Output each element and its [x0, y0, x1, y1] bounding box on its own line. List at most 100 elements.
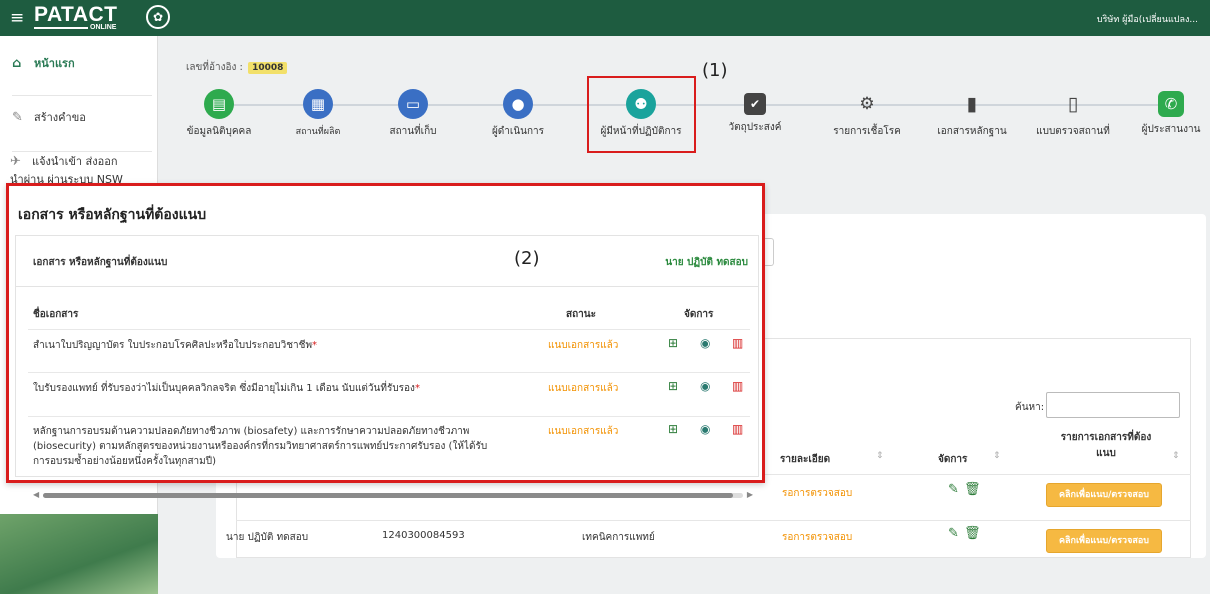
- reference-label: เลขที่อ้างอิง :: [186, 62, 243, 73]
- step-label: ผู้ดำเนินการ: [491, 126, 545, 137]
- reference-badge: 10008: [248, 62, 288, 74]
- sort-icon[interactable]: ⇕: [1172, 451, 1180, 461]
- phone-icon: ✆: [1158, 91, 1184, 117]
- column-header-document: ชื่อเอกสาร: [33, 309, 79, 320]
- scroll-left-icon[interactable]: ◀: [33, 490, 39, 499]
- step-objective[interactable]: ✔ วัตถุประสงค์: [700, 89, 810, 135]
- attach-documents-button[interactable]: คลิกเพื่อแนบ/ตรวจสอบ: [1046, 483, 1162, 507]
- background-input-edge: [764, 238, 774, 266]
- person-name: นาย ปฏิบัติ ทดสอบ: [665, 257, 748, 268]
- user-menu[interactable]: บริษัท ผู้มือ(เปลี่ยนแปลง...: [1097, 12, 1198, 26]
- step-pathogen-list[interactable]: ⚙ รายการเชื้อโรค: [812, 89, 922, 139]
- delete-icon[interactable]: 🗑: [964, 526, 981, 541]
- status-badge: รอการตรวจสอบ: [782, 532, 853, 543]
- pencil-icon: ✎: [12, 110, 23, 125]
- logo-subtext: ONLINE: [90, 24, 117, 31]
- step-label: สถานที่เก็บ: [389, 126, 437, 137]
- delete-icon[interactable]: 🗑: [964, 482, 981, 497]
- highlight-box-1: [587, 76, 696, 153]
- step-coordinator[interactable]: ✆ ผู้ประสานงาน: [1116, 89, 1210, 137]
- step-storage-site[interactable]: ▭ สถานที่เก็บ: [358, 89, 468, 139]
- edit-icon[interactable]: ✎: [948, 482, 959, 497]
- plane-icon: ✈: [10, 154, 21, 169]
- sidebar-item-create-request[interactable]: ✎ สร้างคำขอ: [12, 108, 152, 152]
- document-row-3: หลักฐานการอบรมด้านความปลอดภัยทางชีวภาพ (…: [33, 424, 503, 469]
- step-evidence-documents[interactable]: ▮ เอกสารหลักฐาน: [917, 89, 1027, 139]
- upload-file-icon[interactable]: ⊞: [668, 336, 678, 350]
- header-text: รายละเอียด: [780, 454, 831, 465]
- step-label: วัตถุประสงค์: [728, 122, 782, 133]
- view-icon[interactable]: ◉: [700, 379, 710, 393]
- upload-file-icon[interactable]: ⊞: [668, 422, 678, 436]
- personnel-role: เทคนิคการแพทย์: [582, 532, 655, 543]
- document-status: แนบเอกสารแล้ว: [548, 383, 619, 394]
- delete-icon[interactable]: ▥: [732, 422, 743, 436]
- reference-number: เลขที่อ้างอิง : 10008: [186, 60, 288, 75]
- card-subtitle: เอกสาร หรือหลักฐานที่ต้องแนบ: [33, 257, 168, 268]
- card-divider: [16, 286, 758, 287]
- sort-icon[interactable]: ⇕: [993, 451, 1001, 461]
- header-text: รายการเอกสารที่ต้อง: [1060, 432, 1152, 443]
- sidebar-item-home[interactable]: ⌂ หน้าแรก: [12, 54, 152, 96]
- column-header-manage: จัดการ: [684, 309, 714, 320]
- clipboard-icon: ▯: [1067, 93, 1079, 115]
- file-icon: ▮: [966, 93, 978, 115]
- document-name-line3: การอบรมซ้ำอย่างน้อยหนึ่งครั้งในทุกสามปี): [33, 456, 217, 467]
- required-marker: *: [312, 340, 318, 351]
- sort-icon[interactable]: ⇕: [876, 451, 884, 461]
- step-label: เอกสารหลักฐาน: [937, 126, 1007, 137]
- document-row-2: ใบรับรองแพทย์ ที่รับรองว่าไม่เป็นบุคคลวิ…: [33, 381, 503, 396]
- hamburger-menu-icon[interactable]: ≡: [10, 10, 24, 27]
- step-label: ผู้ประสานงาน: [1141, 124, 1201, 135]
- search-input[interactable]: [1046, 392, 1180, 418]
- building-icon: ▦: [303, 89, 333, 119]
- horizontal-scrollbar[interactable]: ◀ ▶: [33, 490, 753, 500]
- row-divider: [28, 416, 750, 417]
- delete-icon[interactable]: ▥: [732, 336, 743, 350]
- row-divider: [28, 372, 750, 373]
- document-name: หลักฐานการอบรมด้านความปลอดภัยทางชีวภาพ (…: [33, 426, 470, 437]
- cogs-icon: ⚙: [859, 94, 875, 114]
- column-header-detail[interactable]: รายละเอียด: [780, 452, 830, 467]
- user-icon: ●: [503, 89, 533, 119]
- attach-documents-button[interactable]: คลิกเพื่อแนบ/ตรวจสอบ: [1046, 529, 1162, 553]
- archive-icon: ▭: [398, 89, 428, 119]
- step-site-inspection[interactable]: ▯ แบบตรวจสถานที่: [1018, 89, 1128, 139]
- logo-underline: [34, 27, 88, 29]
- step-label: ข้อมูลนิติบุคคล: [186, 126, 252, 137]
- top-navbar: ≡ PATACT ONLINE ✿ บริษัท ผู้มือ(เปลี่ยนแ…: [0, 0, 1210, 36]
- view-icon[interactable]: ◉: [700, 336, 710, 350]
- sidebar-decoration-image: [0, 514, 158, 594]
- header-text: จัดการ: [938, 454, 968, 465]
- document-name: สำเนาใบปริญญาบัตร ใบประกอบโรคศิลปะหรือใบ…: [33, 340, 313, 351]
- step-operator[interactable]: ● ผู้ดำเนินการ: [463, 89, 573, 139]
- step-production-site[interactable]: ▦ สถานที่ผลิต: [263, 89, 373, 138]
- upload-file-icon[interactable]: ⊞: [668, 379, 678, 393]
- document-row-1: สำเนาใบปริญญาบัตร ใบประกอบโรคศิลปะหรือใบ…: [33, 338, 503, 353]
- header-text: แนบ: [1096, 448, 1116, 459]
- sidebar-item-label: แจ้งนำเข้า ส่งออก: [32, 155, 118, 168]
- view-icon[interactable]: ◉: [700, 422, 710, 436]
- annotation-label-2: (2): [514, 248, 540, 269]
- row-divider: [28, 329, 750, 330]
- sidebar-item-label: หน้าแรก: [34, 57, 75, 70]
- check-square-icon: ✔: [744, 93, 766, 115]
- document-status: แนบเอกสารแล้ว: [548, 426, 619, 437]
- delete-icon[interactable]: ▥: [732, 379, 743, 393]
- step-label: รายการเชื้อโรค: [833, 126, 901, 137]
- search-label: ค้นหา:: [1015, 402, 1045, 413]
- home-icon: ⌂: [12, 56, 22, 71]
- documents-card: เอกสาร หรือหลักฐานที่ต้องแนบ (2) นาย ปฏิ…: [15, 235, 759, 499]
- document-status: แนบเอกสารแล้ว: [548, 340, 619, 351]
- edit-icon[interactable]: ✎: [948, 526, 959, 541]
- personnel-name: นาย ปฏิบัติ ทดสอบ: [226, 532, 309, 543]
- scroll-right-icon[interactable]: ▶: [747, 490, 753, 499]
- status-badge: รอการตรวจสอบ: [782, 488, 853, 499]
- column-header-attachments[interactable]: รายการเอกสารที่ต้อง แนบ: [1046, 430, 1166, 462]
- scroll-thumb[interactable]: [43, 493, 733, 498]
- document-name-line2: (biosecurity) ตามหลักสูตรของหน่วยงานหรือ…: [33, 441, 488, 452]
- step-company-info[interactable]: ▤ ข้อมูลนิติบุคคล: [164, 89, 274, 139]
- step-label: แบบตรวจสถานที่: [1036, 126, 1110, 137]
- column-header-manage[interactable]: จัดการ: [938, 452, 967, 467]
- documents-panel: เอกสาร หรือหลักฐานที่ต้องแนบ เอกสาร หรือ…: [6, 183, 765, 499]
